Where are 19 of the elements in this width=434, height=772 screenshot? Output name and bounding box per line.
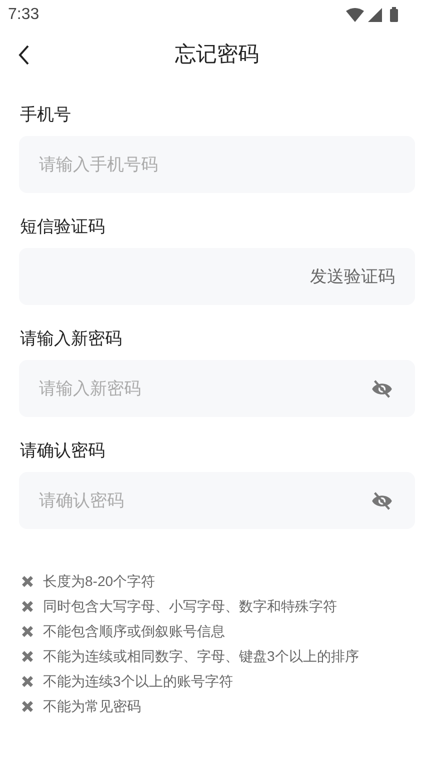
eye-off-icon[interactable]	[371, 492, 393, 510]
field-label: 手机号	[19, 104, 72, 126]
input-field[interactable]: 请输入新密码	[19, 360, 415, 417]
rule-text: 长度为8-20个字符	[43, 572, 156, 591]
page-title: 忘记密码	[175, 42, 259, 68]
status-time: 7:33	[8, 5, 40, 25]
rule-text: 不能为常见密码	[43, 697, 141, 716]
field-label: 请确认密码	[19, 440, 106, 462]
rule-text: 同时包含大写字母、小写字母、数字和特殊字符	[43, 597, 337, 616]
eye-off-icon[interactable]	[371, 380, 393, 398]
input-field[interactable]: 请输入手机号码	[19, 136, 415, 193]
field-label: 短信验证码	[19, 216, 106, 238]
field-label: 请输入新密码	[19, 328, 123, 350]
rule-text: 不能为连续或相同数字、字母、键盘3个以上的排序	[43, 647, 359, 666]
back-icon[interactable]	[18, 44, 30, 66]
send-code-button[interactable]: 发送验证码	[310, 264, 395, 290]
rule-text: 不能包含顺序或倒叙账号信息	[43, 622, 225, 641]
input-field[interactable]: 请确认密码	[19, 472, 415, 529]
rule-text: 不能为连续3个以上的账号字符	[43, 672, 233, 691]
